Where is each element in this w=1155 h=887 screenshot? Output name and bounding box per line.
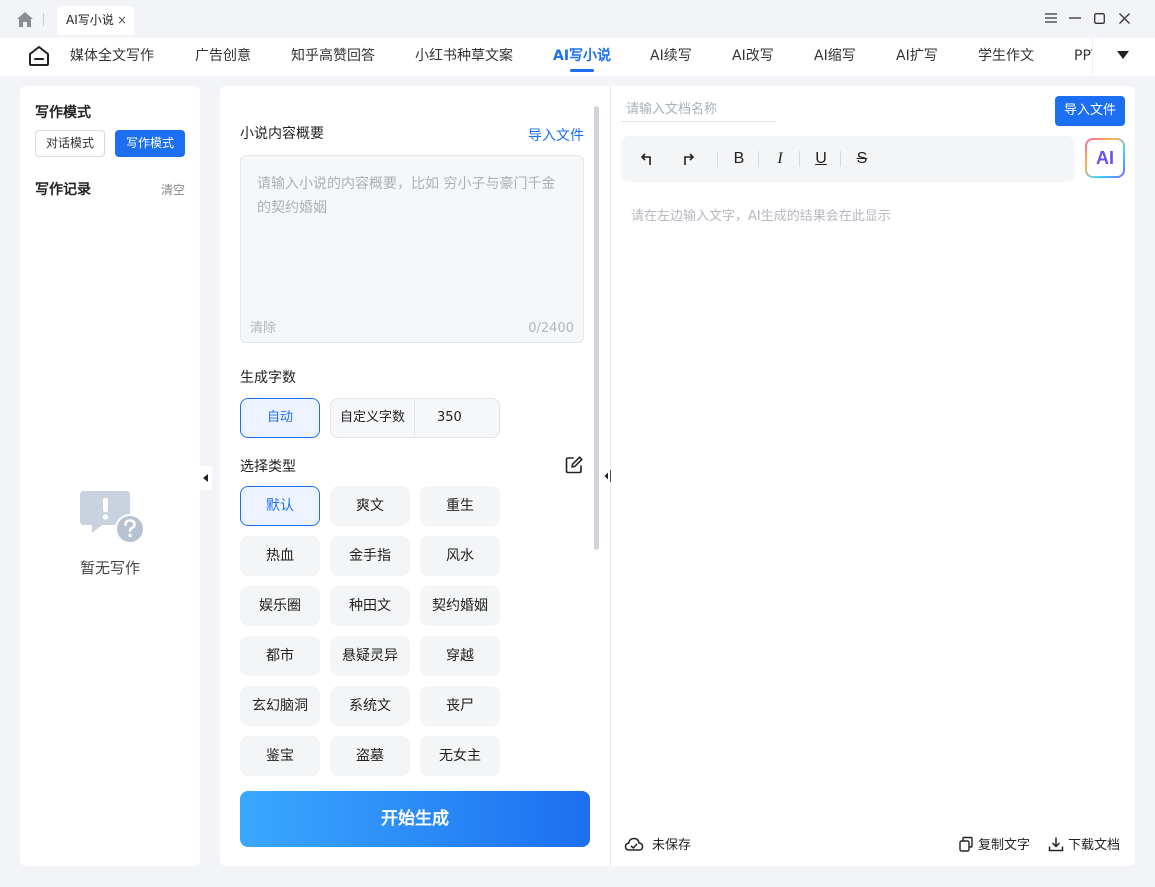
type-chip[interactable]: 盗墓 — [330, 736, 410, 776]
type-chip[interactable]: 热血 — [240, 536, 320, 576]
save-status: 未保存 — [624, 834, 691, 853]
write-mode-button[interactable]: 写作模式 — [115, 130, 185, 157]
download-icon — [1048, 837, 1064, 851]
type-chip[interactable]: 爽文 — [330, 486, 410, 526]
summary-placeholder: 请输入小说的内容概要，比如 穷小子与豪门千金的契约婚姻 — [257, 176, 556, 216]
minimize-icon[interactable] — [1065, 8, 1085, 28]
auto-words-button[interactable]: 自动 — [240, 398, 320, 438]
mode-title: 写作模式 — [35, 105, 91, 121]
toolbar-separator — [840, 151, 841, 167]
ai-assistant-button[interactable]: AI — [1085, 138, 1125, 178]
close-icon[interactable] — [1114, 8, 1134, 28]
nav-item-media[interactable]: 媒体全文写作 — [70, 38, 154, 76]
copy-icon — [959, 836, 973, 852]
type-chip[interactable]: 悬疑灵异 — [330, 636, 410, 676]
download-doc-label: 下载文档 — [1068, 838, 1121, 853]
bold-button[interactable]: B — [727, 147, 751, 171]
clear-summary-button[interactable]: 清除 — [250, 317, 276, 336]
home-icon[interactable] — [16, 11, 34, 28]
record-title: 写作记录 — [35, 182, 91, 198]
type-chip[interactable]: 鉴宝 — [240, 736, 320, 776]
char-counter: 0/2400 — [528, 321, 574, 336]
type-chip[interactable]: 玄幻脑洞 — [240, 686, 320, 726]
type-chip-default[interactable]: 默认 — [240, 486, 320, 526]
nav-item-ai-expand[interactable]: AI扩写 — [896, 38, 938, 76]
custom-words-input[interactable]: 350 — [437, 399, 462, 437]
summary-textarea[interactable]: 请输入小说的内容概要，比如 穷小子与豪门千金的契约婚姻 清除 0/2400 — [240, 155, 584, 343]
ai-label: AI — [1087, 140, 1123, 176]
download-doc-button[interactable]: 下载文档 — [1048, 834, 1120, 853]
maximize-icon[interactable] — [1089, 8, 1109, 28]
underline-button[interactable]: U — [809, 147, 833, 171]
nav-home-icon[interactable] — [27, 44, 51, 68]
nav-item-ai-shorten[interactable]: AI缩写 — [814, 38, 856, 76]
tab-title: AI写小说 — [66, 13, 114, 27]
redo-icon[interactable] — [676, 147, 700, 171]
empty-state-text: 暂无写作 — [79, 559, 140, 577]
empty-illustration-icon — [80, 491, 145, 544]
nav-item-essay[interactable]: 学生作文 — [978, 38, 1034, 76]
copy-text-button[interactable]: 复制文字 — [958, 834, 1030, 853]
generate-button[interactable]: 开始生成 — [240, 791, 590, 847]
editor-footer: 未保存 复制文字 下载文档 — [611, 834, 1135, 854]
nav-item-zhihu[interactable]: 知乎高赞回答 — [291, 38, 375, 76]
toolbar-separator — [799, 151, 800, 167]
title-bar: AI写小说 × — [0, 0, 1155, 38]
sidebar: 写作模式 对话模式 写作模式 写作记录 清空 暂无写作 — [20, 86, 200, 866]
cloud-icon — [624, 837, 644, 851]
form-scrollbar[interactable] — [594, 106, 599, 550]
type-chip[interactable]: 种田文 — [330, 586, 410, 626]
edit-types-icon[interactable] — [565, 456, 583, 474]
collapse-sidebar-icon[interactable] — [200, 466, 212, 490]
toolbar-separator — [758, 151, 759, 167]
tab-close-icon[interactable]: × — [117, 6, 127, 35]
menu-icon[interactable] — [1041, 8, 1061, 28]
nav-more-icon[interactable] — [1117, 51, 1129, 59]
type-chip[interactable]: 风水 — [420, 536, 500, 576]
summary-label: 小说内容概要 — [240, 126, 324, 142]
editor-placeholder: 请在左边输入文字，AI生成的结果会在此显示 — [631, 209, 891, 224]
tab-ai-novel[interactable]: AI写小说 × — [57, 6, 134, 35]
import-file-button[interactable]: 导入文件 — [1055, 96, 1125, 126]
import-file-link[interactable]: 导入文件 — [528, 125, 584, 145]
format-toolbar: B I U S — [621, 136, 1075, 182]
toolbar-separator — [717, 151, 718, 167]
type-chip[interactable]: 都市 — [240, 636, 320, 676]
type-chip[interactable]: 金手指 — [330, 536, 410, 576]
nav-item-ai-continue[interactable]: AI续写 — [650, 38, 692, 76]
type-label: 选择类型 — [240, 459, 296, 475]
save-status-text: 未保存 — [652, 838, 692, 853]
chat-mode-button[interactable]: 对话模式 — [35, 130, 105, 157]
type-chip[interactable]: 重生 — [420, 486, 500, 526]
type-chip[interactable]: 丧尸 — [420, 686, 500, 726]
title-separator — [43, 13, 44, 26]
clear-records-button[interactable]: 清空 — [161, 181, 185, 198]
doc-name-input[interactable] — [621, 98, 776, 122]
type-chip[interactable]: 娱乐圈 — [240, 586, 320, 626]
strikethrough-button[interactable]: S — [850, 147, 874, 171]
type-chip[interactable]: 穿越 — [420, 636, 500, 676]
copy-text-label: 复制文字 — [978, 838, 1031, 853]
nav-item-ai-rewrite[interactable]: AI改写 — [732, 38, 774, 76]
type-chip[interactable]: 系统文 — [330, 686, 410, 726]
editor-panel: 导入文件 B I U S AI 请在左边输入文字，AI生成的结果会在此显示 未保… — [611, 86, 1135, 866]
custom-words-label: 自定义字数 — [331, 399, 415, 437]
words-label: 生成字数 — [240, 370, 296, 386]
feature-nav: 媒体全文写作 广告创意 知乎高赞回答 小红书种草文案 AI写小说 AI续写 AI… — [0, 38, 1155, 76]
type-chip[interactable]: 无女主 — [420, 736, 500, 776]
italic-button[interactable]: I — [768, 147, 792, 171]
nav-item-ad[interactable]: 广告创意 — [195, 38, 251, 76]
novel-form: 小说内容概要 导入文件 请输入小说的内容概要，比如 穷小子与豪门千金的契约婚姻 … — [220, 86, 610, 866]
type-chip[interactable]: 契约婚姻 — [420, 586, 500, 626]
undo-icon[interactable] — [635, 147, 659, 171]
nav-item-ai-novel[interactable]: AI写小说 — [553, 38, 611, 76]
nav-item-xiaohongshu[interactable]: 小红书种草文案 — [415, 38, 513, 76]
custom-words-control[interactable]: 自定义字数 350 — [330, 398, 500, 438]
